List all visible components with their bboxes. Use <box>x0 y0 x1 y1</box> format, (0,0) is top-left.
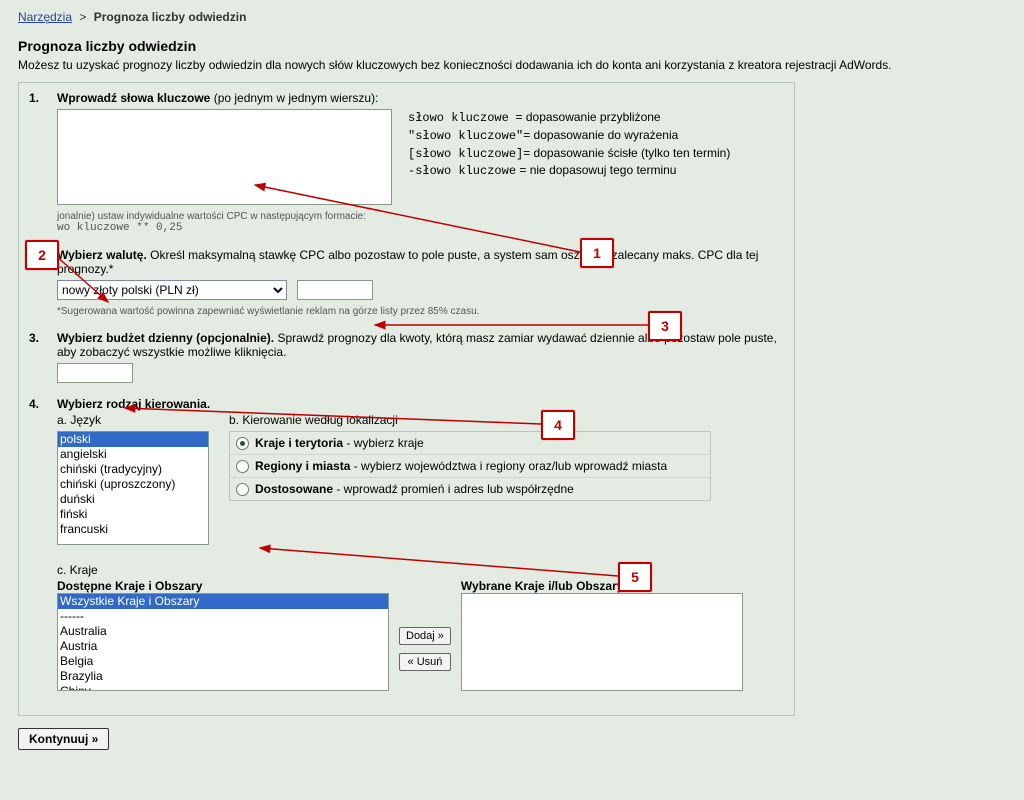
selected-countries-listbox[interactable] <box>461 593 743 691</box>
step-2-footnote: *Sugerowana wartość powinna zapewniać wy… <box>57 306 784 317</box>
form-container: 1. Wprowadź słowa kluczowe (po jednym w … <box>18 82 795 716</box>
breadcrumb-root-link[interactable]: Narzędzia <box>18 10 72 24</box>
radio-custom-desc: - wprowadź promień i adres lub współrzęd… <box>333 482 574 496</box>
legend-desc-broad: = dopasowanie przybliżone <box>516 110 661 124</box>
language-option[interactable]: duński <box>58 492 208 507</box>
radio-countries-desc: - wybierz kraje <box>343 436 424 450</box>
step-3: 3. Wybierz budżet dzienny (opcjonalnie).… <box>29 331 784 383</box>
radio-custom[interactable]: Dostosowane - wprowadź promień i adres l… <box>230 477 710 500</box>
keyword-legend: słowo kluczowe = dopasowanie przybliżone… <box>408 109 730 180</box>
step-4: 4. Wybierz rodzaj kierowania. a. Język p… <box>29 397 784 691</box>
legend-desc-phrase: = dopasowanie do wyrażenia <box>523 128 678 142</box>
step-1-number: 1. <box>29 91 53 105</box>
legend-desc-neg: = nie dopasowuj tego terminu <box>519 163 676 177</box>
breadcrumb-separator: > <box>79 10 86 24</box>
max-cpc-input[interactable] <box>297 280 373 300</box>
language-option[interactable]: chiński (uproszczony) <box>58 477 208 492</box>
available-country-option[interactable]: ------ <box>58 609 388 624</box>
language-option[interactable]: fiński <box>58 507 208 522</box>
location-radio-group: Kraje i terytoria - wybierz kraje Region… <box>229 431 711 501</box>
radio-countries-title: Kraje i terytoria <box>255 436 343 450</box>
language-option[interactable]: angielski <box>58 447 208 462</box>
step-2-number: 2. <box>29 248 53 262</box>
radio-icon <box>236 437 249 450</box>
available-country-option[interactable]: Australia <box>58 624 388 639</box>
language-option[interactable]: chiński (tradycyjny) <box>58 462 208 477</box>
radio-regions-desc: - wybierz województwa i regiony oraz/lub… <box>350 459 667 473</box>
step-4-number: 4. <box>29 397 53 411</box>
available-country-option[interactable]: Chiny <box>58 684 388 691</box>
available-country-option[interactable]: Austria <box>58 639 388 654</box>
available-country-option[interactable]: Belgia <box>58 654 388 669</box>
step-2: 2. Wybierz walutę. Określ maksymalną sta… <box>29 248 784 317</box>
daily-budget-input[interactable] <box>57 363 133 383</box>
step-2-desc: Określ maksymalną stawkę CPC albo pozost… <box>57 248 758 276</box>
step-4-title: Wybierz rodzaj kierowania. <box>57 397 210 411</box>
radio-custom-title: Dostosowane <box>255 482 333 496</box>
label-location-targeting: b. Kierowanie według lokalizacji <box>229 413 711 427</box>
page-subtitle: Możesz tu uzyskać prognozy liczby odwied… <box>18 58 1006 72</box>
step-1-note: jonalnie) ustaw indywidualne wartości CP… <box>57 211 784 222</box>
language-option[interactable]: francuski <box>58 522 208 537</box>
radio-regions[interactable]: Regiony i miasta - wybierz województwa i… <box>230 454 710 477</box>
available-countries-title: Dostępne Kraje i Obszary <box>57 579 389 593</box>
keywords-textarea[interactable] <box>57 109 392 205</box>
radio-icon <box>236 483 249 496</box>
step-1-note-example: wo kluczowe ** 0,25 <box>57 222 784 234</box>
breadcrumb-current: Prognoza liczby odwiedzin <box>94 10 247 24</box>
currency-select[interactable]: nowy złoty polski (PLN zł) <box>57 280 287 300</box>
legend-code-exact: [słowo kluczowe] <box>408 147 523 161</box>
radio-regions-title: Regiony i miasta <box>255 459 350 473</box>
add-country-button[interactable]: Dodaj » <box>399 627 451 645</box>
legend-code-neg: -słowo kluczowe <box>408 164 516 178</box>
radio-countries[interactable]: Kraje i terytoria - wybierz kraje <box>230 432 710 454</box>
step-3-number: 3. <box>29 331 53 345</box>
selected-countries-title: Wybrane Kraje i/lub Obszary <box>461 579 743 593</box>
step-3-title: Wybierz budżet dzienny (opcjonalnie). <box>57 331 274 345</box>
step-1-title: Wprowadź słowa kluczowe <box>57 91 210 105</box>
step-1: 1. Wprowadź słowa kluczowe (po jednym w … <box>29 91 784 234</box>
label-language: a. Język <box>57 413 209 427</box>
available-country-option[interactable]: Brazylia <box>58 669 388 684</box>
legend-code-phrase: "słowo kluczowe" <box>408 129 523 143</box>
legend-code-broad: słowo kluczowe <box>408 111 509 125</box>
page-title: Prognoza liczby odwiedzin <box>18 38 1006 54</box>
remove-country-button[interactable]: « Usuń <box>399 653 451 671</box>
language-option[interactable]: polski <box>58 432 208 447</box>
breadcrumb: Narzędzia > Prognoza liczby odwiedzin <box>18 10 1006 24</box>
language-listbox[interactable]: polskiangielskichiński (tradycyjny)chińs… <box>57 431 209 545</box>
step-2-title: Wybierz walutę. <box>57 248 147 262</box>
legend-desc-exact: = dopasowanie ścisłe (tylko ten termin) <box>523 146 730 160</box>
label-countries: c. Kraje <box>57 563 784 577</box>
radio-icon <box>236 460 249 473</box>
step-1-title-suffix: (po jednym w jednym wierszu): <box>210 91 378 105</box>
available-countries-listbox[interactable]: Wszystkie Kraje i Obszary------Australia… <box>57 593 389 691</box>
continue-button[interactable]: Kontynuuj » <box>18 728 109 750</box>
available-country-option[interactable]: Wszystkie Kraje i Obszary <box>58 594 388 609</box>
